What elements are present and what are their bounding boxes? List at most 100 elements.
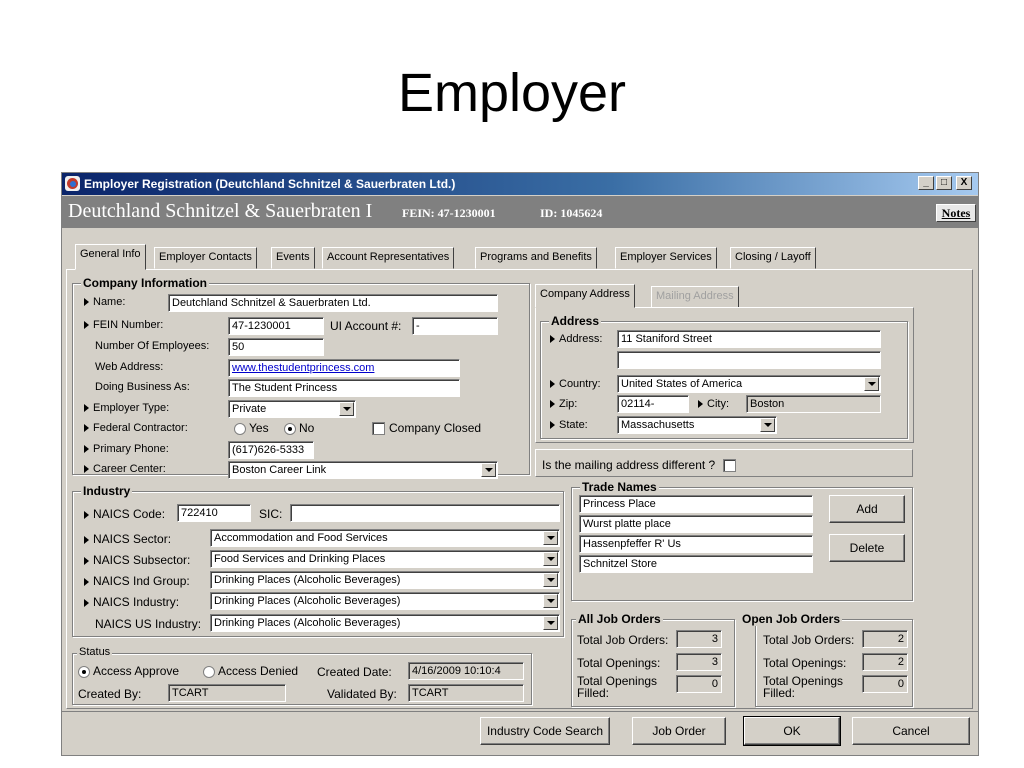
name-label: Name: xyxy=(84,296,125,308)
close-button[interactable]: X xyxy=(956,176,972,190)
naics-sector-select[interactable]: Accommodation and Food Services xyxy=(210,529,560,547)
all-openings-filled-label: Total Openings Filled: xyxy=(577,674,658,700)
primary-phone-field[interactable]: (617)626-5333 xyxy=(228,441,314,459)
maximize-button[interactable]: □ xyxy=(936,176,952,190)
tab-mailing-address[interactable]: Mailing Address xyxy=(651,286,739,308)
naics-industry-select[interactable]: Drinking Places (Alcoholic Beverages) xyxy=(210,592,560,610)
tab-employer-contacts[interactable]: Employer Contacts xyxy=(154,247,257,269)
open-job-orders-title: Open Job Orders xyxy=(740,612,843,626)
tab-programs-and-benefits[interactable]: Programs and Benefits xyxy=(475,247,597,269)
cancel-button[interactable]: Cancel xyxy=(852,717,970,745)
trade-name-item[interactable]: Wurst platte place xyxy=(579,515,813,533)
required-arrow-icon xyxy=(84,556,89,565)
naics-us-industry-select[interactable]: Drinking Places (Alcoholic Beverages) xyxy=(210,614,560,632)
validated-by-field: TCART xyxy=(408,684,524,702)
created-by-label: Created By: xyxy=(78,687,142,701)
city-field[interactable]: Boston xyxy=(746,395,881,413)
fein-field[interactable]: 47-1230001 xyxy=(228,317,324,335)
state-label: State: xyxy=(550,419,588,431)
company-closed-checkbox[interactable]: Company Closed xyxy=(372,421,481,436)
notes-button[interactable]: Notes xyxy=(936,204,976,222)
footer-divider xyxy=(62,711,978,712)
mailing-diff-checkbox[interactable]: Is the mailing address different ? xyxy=(542,458,740,473)
address-line2-field[interactable] xyxy=(617,351,881,369)
employer-type-select[interactable]: Private xyxy=(228,400,356,418)
employer-name: Deutchland Schnitzel & Sauerbraten I xyxy=(68,200,373,222)
web-address-label: Web Address: xyxy=(95,361,164,373)
address-title: Address xyxy=(549,314,602,328)
minimize-button[interactable]: _ xyxy=(918,176,934,190)
fein-label: FEIN Number: xyxy=(84,319,163,331)
industry-code-search-button[interactable]: Industry Code Search xyxy=(480,717,610,745)
federal-no-radio[interactable]: No xyxy=(284,421,314,435)
naics-subsector-select[interactable]: Food Services and Drinking Places xyxy=(210,550,560,568)
ui-account-label: UI Account #: xyxy=(330,319,402,333)
window-title: Employer Registration (Deutchland Schnit… xyxy=(84,177,456,191)
header-id: ID: 1045624 xyxy=(540,206,603,220)
ok-button[interactable]: OK xyxy=(743,716,841,746)
tab-company-address[interactable]: Company Address xyxy=(535,284,635,308)
required-arrow-icon xyxy=(84,445,89,454)
name-field[interactable]: Deutchland Schnitzel & Sauerbraten Ltd. xyxy=(168,294,498,312)
tab-events[interactable]: Events xyxy=(271,247,315,269)
chevron-down-icon[interactable] xyxy=(760,418,775,432)
job-order-button[interactable]: Job Order xyxy=(632,717,726,745)
trade-name-item[interactable]: Schnitzel Store xyxy=(579,555,813,573)
naics-industry-label: NAICS Industry: xyxy=(84,595,179,609)
required-arrow-icon xyxy=(84,321,89,330)
required-arrow-icon xyxy=(550,380,555,389)
chevron-down-icon[interactable] xyxy=(543,531,558,545)
all-total-openings-label: Total Openings: xyxy=(577,656,661,670)
employer-registration-window: Employer Registration (Deutchland Schnit… xyxy=(61,172,979,756)
ui-account-field[interactable]: - xyxy=(412,317,498,335)
state-select[interactable]: Massachusetts xyxy=(617,416,777,434)
federal-contractor-label: Federal Contractor: xyxy=(84,422,188,434)
employees-label: Number Of Employees: xyxy=(95,340,210,352)
required-arrow-icon xyxy=(84,465,89,474)
add-trade-name-button[interactable]: Add xyxy=(829,495,905,523)
tab-employer-services[interactable]: Employer Services xyxy=(615,247,717,269)
chevron-down-icon[interactable] xyxy=(543,594,558,608)
zip-label: Zip: xyxy=(550,398,577,410)
federal-yes-radio[interactable]: Yes xyxy=(234,421,269,435)
access-denied-radio[interactable]: Access Denied xyxy=(203,664,298,678)
employees-field[interactable]: 50 xyxy=(228,338,324,356)
tab-general-info[interactable]: General Info xyxy=(75,244,146,270)
required-arrow-icon xyxy=(550,335,555,344)
open-openings-filled-field: 0 xyxy=(862,675,908,693)
naics-sector-label: NAICS Sector: xyxy=(84,532,171,546)
all-job-orders-title: All Job Orders xyxy=(576,612,663,626)
trade-name-item[interactable]: Princess Place xyxy=(579,495,813,513)
sic-field[interactable] xyxy=(290,504,560,522)
tab-account-representatives[interactable]: Account Representatives xyxy=(322,247,455,269)
chevron-down-icon[interactable] xyxy=(543,616,558,630)
dba-field[interactable]: The Student Princess xyxy=(228,379,460,397)
open-total-openings-field: 2 xyxy=(862,653,908,671)
country-select[interactable]: United States of America xyxy=(617,375,881,393)
career-center-select[interactable]: Boston Career Link xyxy=(228,461,498,479)
zip-field[interactable]: 02114- xyxy=(617,395,689,413)
radio-icon xyxy=(203,665,215,678)
chevron-down-icon[interactable] xyxy=(543,552,558,566)
chevron-down-icon[interactable] xyxy=(481,463,496,477)
industry-title: Industry xyxy=(81,484,133,498)
naics-code-label: NAICS Code: xyxy=(84,507,165,521)
required-arrow-icon xyxy=(550,421,555,430)
naics-ind-group-select[interactable]: Drinking Places (Alcoholic Beverages) xyxy=(210,571,560,589)
address-line1-field[interactable]: 11 Staniford Street xyxy=(617,330,881,348)
web-address-field[interactable]: www.thestudentprincess.com xyxy=(228,359,460,377)
required-arrow-icon xyxy=(84,577,89,586)
tab-closing-layoff[interactable]: Closing / Layoff xyxy=(730,247,816,269)
delete-trade-name-button[interactable]: Delete xyxy=(829,534,905,562)
career-center-label: Career Center: xyxy=(84,463,166,475)
trade-name-item[interactable]: Hassenpfeffer R' Us xyxy=(579,535,813,553)
dba-label: Doing Business As: xyxy=(95,381,190,393)
access-approve-radio[interactable]: Access Approve xyxy=(78,664,179,678)
all-total-openings-field: 3 xyxy=(676,653,722,671)
chevron-down-icon[interactable] xyxy=(339,402,354,416)
required-arrow-icon xyxy=(84,598,89,607)
open-total-orders-field: 2 xyxy=(862,630,908,648)
chevron-down-icon[interactable] xyxy=(864,377,879,391)
naics-code-field[interactable]: 722410 xyxy=(177,504,251,522)
chevron-down-icon[interactable] xyxy=(543,573,558,587)
